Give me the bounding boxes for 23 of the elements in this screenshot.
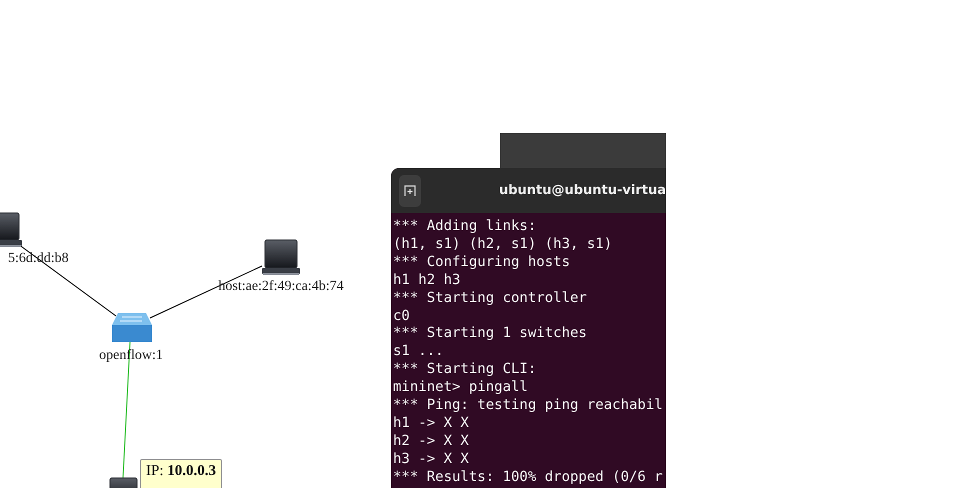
terminal-line: *** Configuring hosts: [393, 254, 572, 272]
terminal-line: *** Starting controller: [393, 290, 588, 308]
terminal-line: *** Ping: testing ping reachabil: [393, 397, 664, 415]
window-title: ubuntu@ubuntu-virtua: [498, 183, 666, 198]
terminal-line: c0: [393, 308, 411, 326]
ip-tooltip: IP: 10.0.0.3: [140, 459, 222, 488]
terminal-line: mininet> pingall: [393, 379, 529, 398]
terminal-line: h2 -> X X: [393, 432, 470, 451]
terminal-line: h3 -> X X: [393, 450, 470, 469]
switch-icon[interactable]: [112, 313, 152, 342]
new-tab-button[interactable]: [399, 174, 421, 206]
node-label: host:ae:2f:49:ca:4b:74: [218, 279, 344, 294]
laptop-icon[interactable]: [262, 240, 300, 275]
terminal-line: *** Results: 100% dropped (0/6 r: [393, 468, 664, 487]
terminal-line: s1 ...: [393, 343, 445, 362]
terminal-line: *** Adding links:: [393, 218, 538, 236]
new-tab-icon: [404, 184, 416, 196]
terminal-line: h1 h2 h3: [393, 272, 462, 290]
laptop-icon[interactable]: [0, 212, 22, 247]
terminal-line: *** Starting 1 switches: [393, 325, 588, 344]
terminal-line: h1 -> X X: [393, 414, 470, 433]
terminal-line: (h1, s1) (h2, s1) (h3, s1): [393, 236, 614, 254]
terminal-line: *** Starting CLI:: [393, 361, 538, 380]
